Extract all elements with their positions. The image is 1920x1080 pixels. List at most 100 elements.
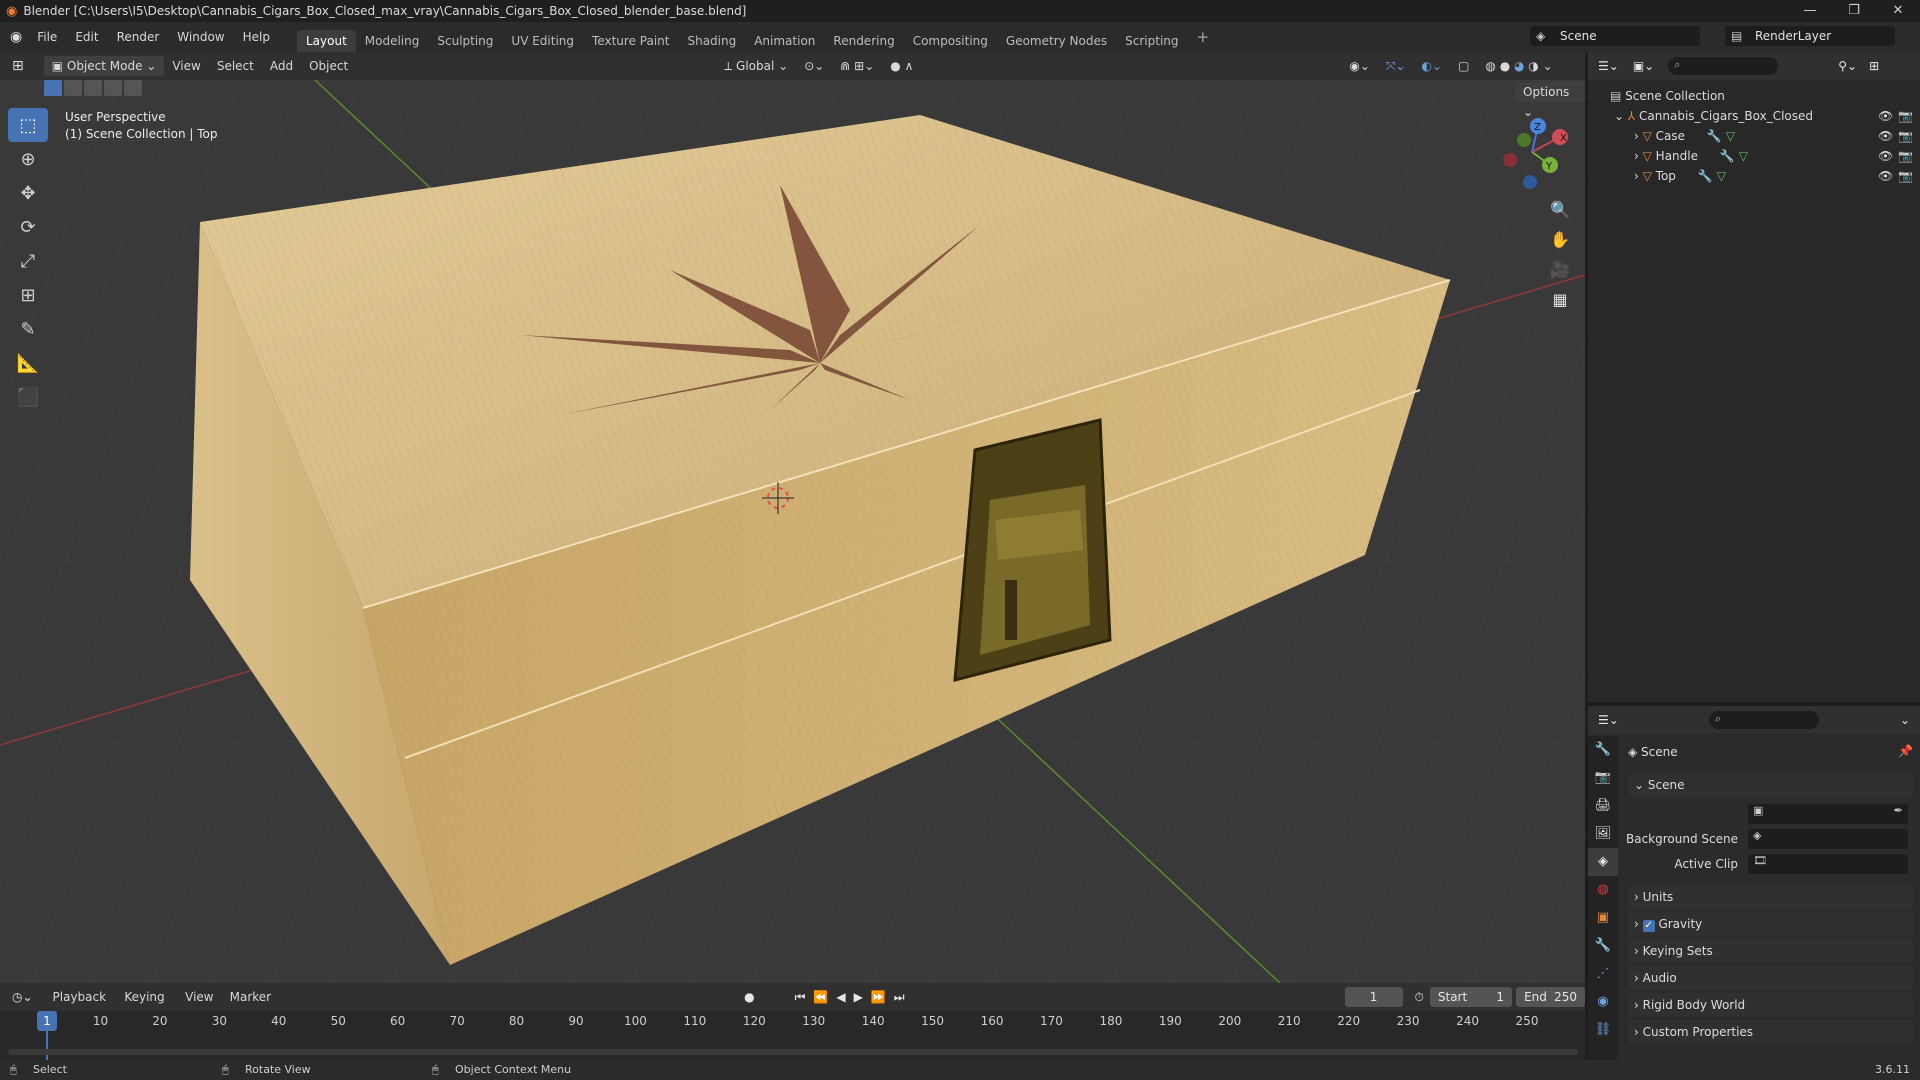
- eyedropper-icon[interactable]: ✒: [1894, 804, 1903, 817]
- outliner-editor-icon[interactable]: ☰⌄: [1598, 59, 1619, 73]
- new-collection-icon[interactable]: ⊞: [1869, 59, 1879, 73]
- tab-compositing[interactable]: Compositing: [904, 30, 997, 52]
- 3d-viewport[interactable]: X Z Y Options ⌄: [0, 80, 1585, 983]
- menu-window[interactable]: Window: [168, 22, 233, 52]
- tab-animation[interactable]: Animation: [745, 30, 824, 52]
- overlay-toggle-icon[interactable]: ◐⌄: [1414, 56, 1451, 76]
- tab-texture-paint[interactable]: Texture Paint: [583, 30, 678, 52]
- collapse-arrow-icon[interactable]: ›: [1634, 149, 1643, 163]
- add-workspace-button[interactable]: +: [1188, 22, 1219, 52]
- section-rigid-body-world[interactable]: › Rigid Body World: [1628, 993, 1913, 1017]
- render-camera-icon[interactable]: 📷: [1898, 166, 1913, 186]
- world-tab-icon[interactable]: ◍: [1588, 876, 1618, 904]
- select-subtract-icon[interactable]: [84, 80, 102, 96]
- filter-icon[interactable]: ⚲⌄: [1838, 59, 1857, 73]
- active-clip-field[interactable]: 🎞: [1748, 854, 1908, 874]
- tab-geometry-nodes[interactable]: Geometry Nodes: [997, 30, 1116, 52]
- display-mode-icon[interactable]: ▣⌄: [1633, 59, 1654, 73]
- menu-timeline-view[interactable]: View: [177, 987, 221, 1007]
- annotate-icon[interactable]: ✎: [8, 312, 48, 346]
- outliner-row-handle[interactable]: › ▽ Handle 🔧 ▽ 👁 📷: [1588, 146, 1920, 166]
- properties-search-input[interactable]: ⌕: [1708, 711, 1819, 729]
- current-frame-field[interactable]: 1: [1344, 987, 1403, 1007]
- tab-shading[interactable]: Shading: [678, 30, 745, 52]
- rotate-icon[interactable]: ⟳: [8, 210, 48, 244]
- move-icon[interactable]: ✥: [8, 176, 48, 210]
- add-cube-icon[interactable]: ⬛: [8, 380, 48, 414]
- mode-dropdown[interactable]: ▣ Object Mode ⌄: [43, 56, 165, 76]
- outliner-row-collection[interactable]: ⌄ ⅄ Cannabis_Cigars_Box_Closed 👁 📷: [1588, 106, 1920, 126]
- outliner-row-scene-collection[interactable]: ▤ Scene Collection: [1588, 86, 1920, 106]
- transform-icon[interactable]: ⊞: [8, 278, 48, 312]
- visibility-icon[interactable]: ◉⌄: [1341, 56, 1378, 76]
- cursor-icon[interactable]: ⊕: [8, 142, 48, 176]
- pan-hand-icon[interactable]: ✋: [1545, 225, 1575, 255]
- constraints-tab-icon[interactable]: ⛓: [1588, 1016, 1618, 1044]
- shading-modes-icon[interactable]: ◍ ● ◕ ◑ ⌄: [1477, 56, 1560, 76]
- menu-marker[interactable]: Marker: [222, 987, 279, 1007]
- render-tab-icon[interactable]: 📷: [1588, 764, 1618, 792]
- collapse-arrow-icon[interactable]: ›: [1634, 129, 1643, 143]
- menu-keying[interactable]: Keying ⌄: [116, 987, 177, 1024]
- select-invert-icon[interactable]: [124, 80, 142, 96]
- select-extend-icon[interactable]: [64, 80, 82, 96]
- render-camera-icon[interactable]: 📷: [1898, 146, 1913, 166]
- gizmo-toggle-icon[interactable]: ⤧⌄: [1378, 56, 1414, 76]
- scale-icon[interactable]: ⤢: [8, 244, 48, 278]
- proportional-edit-icon[interactable]: ● ∧: [882, 56, 921, 76]
- output-tab-icon[interactable]: 🖨: [1588, 792, 1618, 820]
- menu-select[interactable]: Select: [209, 56, 262, 76]
- visibility-eye-icon[interactable]: 👁: [1878, 146, 1893, 166]
- properties-editor-icon[interactable]: ☰⌄: [1598, 713, 1619, 727]
- tab-layout[interactable]: Layout: [296, 30, 356, 52]
- play-icon[interactable]: ▶: [854, 990, 863, 1004]
- select-mode-buttons[interactable]: [44, 80, 142, 98]
- pin-icon[interactable]: 📌: [1898, 744, 1913, 758]
- expand-arrow-icon[interactable]: ⌄: [1614, 109, 1628, 123]
- scene-panel-header[interactable]: ⌄ Scene: [1628, 773, 1913, 797]
- section-custom-properties[interactable]: › Custom Properties: [1628, 1020, 1913, 1044]
- visibility-eye-icon[interactable]: 👁: [1878, 126, 1893, 146]
- jump-end-icon[interactable]: ⏭: [894, 990, 905, 1005]
- section-audio[interactable]: › Audio: [1628, 966, 1913, 990]
- record-icon[interactable]: ●: [744, 990, 754, 1004]
- object-tab-icon[interactable]: ▣: [1588, 904, 1618, 932]
- tab-uv-editing[interactable]: UV Editing: [502, 30, 583, 52]
- menu-file[interactable]: File: [28, 22, 66, 52]
- stopwatch-icon[interactable]: ⏱: [1415, 990, 1424, 1005]
- jump-start-icon[interactable]: ⏮: [795, 990, 806, 1005]
- tab-scripting[interactable]: Scripting: [1116, 30, 1187, 52]
- snap-icon[interactable]: ⋒ ⊞⌄: [832, 56, 882, 76]
- zoom-icon[interactable]: 🔍: [1545, 195, 1575, 225]
- next-keyframe-icon[interactable]: ⏩: [871, 990, 886, 1004]
- section-keying-sets[interactable]: › Keying Sets: [1628, 939, 1913, 963]
- maximize-button[interactable]: ❐: [1832, 0, 1876, 22]
- select-new-icon[interactable]: [44, 80, 62, 96]
- prev-keyframe-icon[interactable]: ⏪: [813, 990, 828, 1004]
- timeline-area[interactable]: 1102030405060708090100110120130140150160…: [0, 1011, 1585, 1060]
- minimize-button[interactable]: —: [1788, 0, 1832, 22]
- scene-selector[interactable]: ◈ Scene: [1530, 26, 1700, 46]
- section-units[interactable]: › Units: [1628, 885, 1913, 909]
- tab-sculpting[interactable]: Sculpting: [428, 30, 502, 52]
- pivot-point-icon[interactable]: ⊙⌄: [796, 56, 832, 76]
- tab-modeling[interactable]: Modeling: [356, 30, 429, 52]
- menu-object[interactable]: Object: [301, 56, 356, 76]
- perspective-toggle-icon[interactable]: ▦: [1545, 285, 1575, 315]
- play-reverse-icon[interactable]: ◀: [836, 990, 845, 1004]
- visibility-eye-icon[interactable]: 👁: [1878, 166, 1893, 186]
- options-dropdown[interactable]: Options ⌄: [1515, 82, 1585, 119]
- tool-tab-icon[interactable]: 🔧: [1588, 736, 1618, 764]
- menu-view[interactable]: View: [164, 56, 208, 76]
- outliner-row-case[interactable]: › ▽ Case 🔧 ▽ 👁 📷: [1588, 126, 1920, 146]
- section-gravity[interactable]: › ✓ Gravity: [1628, 912, 1913, 936]
- playhead[interactable]: 1: [37, 1011, 57, 1031]
- particles-tab-icon[interactable]: ⋰: [1588, 960, 1618, 988]
- render-camera-icon[interactable]: 📷: [1898, 126, 1913, 146]
- select-intersect-icon[interactable]: [104, 80, 122, 96]
- timeline-editor-icon[interactable]: ◷⌄: [12, 990, 33, 1004]
- menu-add[interactable]: Add: [262, 56, 301, 76]
- camera-field[interactable]: ▣ ✒: [1748, 804, 1908, 824]
- select-box-icon[interactable]: ⬚: [8, 108, 48, 142]
- menu-playback[interactable]: Playback ⌄: [45, 987, 117, 1024]
